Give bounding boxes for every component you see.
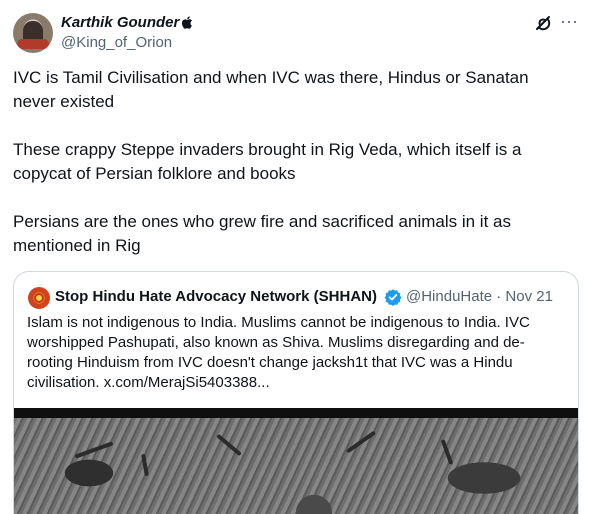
quoted-post[interactable]: Stop Hindu Hate Advocacy Network (SHHAN)… xyxy=(13,271,579,514)
post-paragraph: IVC is Tamil Civilisation and when IVC w… xyxy=(13,68,529,111)
seal-glyph xyxy=(440,439,454,465)
seal-glyph xyxy=(141,453,149,477)
verified-badge-icon xyxy=(384,289,402,306)
sun-logo-icon xyxy=(34,293,44,303)
seal-glyph xyxy=(345,430,377,454)
post-text: IVC is Tamil Civilisation and when IVC w… xyxy=(13,66,573,258)
quoted-author-avatar[interactable] xyxy=(28,287,50,309)
quoted-text: Islam is not indigenous to India. Muslim… xyxy=(27,314,530,391)
grok-icon[interactable] xyxy=(533,13,553,33)
quoted-author-name[interactable]: Stop Hindu Hate Advocacy Network (SHHAN) xyxy=(55,288,377,305)
author-name[interactable]: Karthik Gounder xyxy=(61,14,179,31)
avatar-bike xyxy=(17,39,49,49)
seal-glyph xyxy=(216,433,242,457)
post-paragraph: Persians are the ones who grew fire and … xyxy=(13,212,511,255)
author-handle[interactable]: @King_of_Orion xyxy=(61,34,172,51)
author-avatar[interactable] xyxy=(13,13,53,53)
apple-icon xyxy=(181,16,192,29)
quoted-media-image[interactable] xyxy=(14,408,578,514)
seal-glyph xyxy=(74,441,114,459)
seal-image xyxy=(14,418,578,514)
post: Karthik Gounder @King_of_Orion ··· IVC i… xyxy=(0,0,589,514)
quoted-handle-date[interactable]: @HinduHate · Nov 21 xyxy=(406,288,553,305)
post-paragraph: These crappy Steppe invaders brought in … xyxy=(13,140,522,183)
more-icon[interactable]: ··· xyxy=(559,12,579,33)
